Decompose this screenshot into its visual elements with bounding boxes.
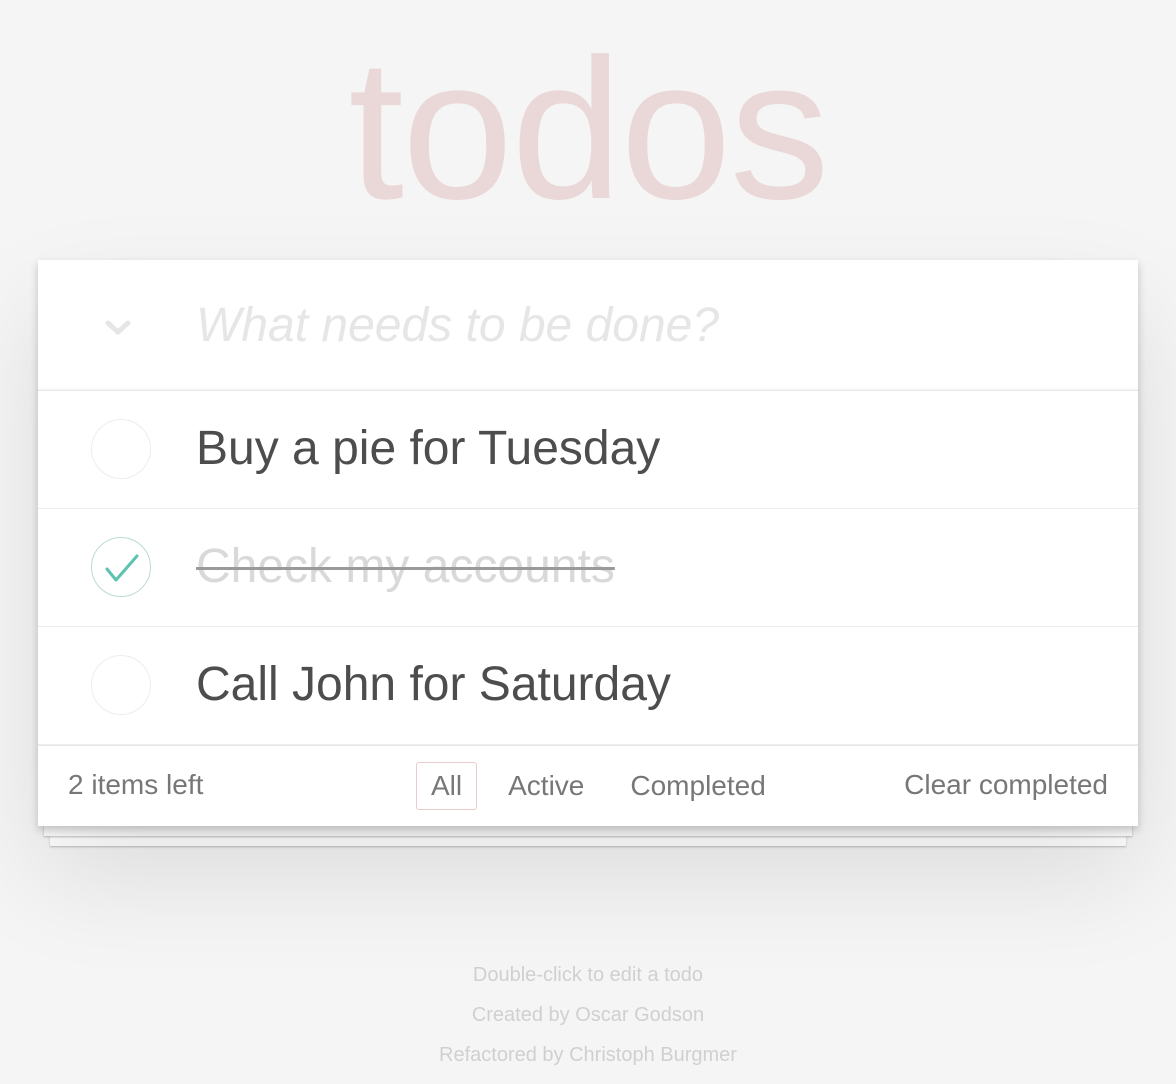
refactored-by-credit: Refactored by Christoph Burgmer bbox=[439, 1044, 737, 1066]
info-footer: Double-click to edit a todo Created by O… bbox=[0, 955, 1176, 1075]
filter-active[interactable]: Active bbox=[493, 762, 599, 810]
todo-label[interactable]: Buy a pie for Tuesday bbox=[196, 421, 660, 477]
created-by-credit: Created by Oscar Godson bbox=[471, 1004, 705, 1026]
todo-toggle-checkbox[interactable] bbox=[91, 419, 151, 479]
new-todo-row bbox=[38, 260, 1138, 391]
todo-item[interactable]: Buy a pie for Tuesday bbox=[38, 391, 1138, 509]
checkmark-icon bbox=[105, 554, 139, 582]
filter-all[interactable]: All bbox=[416, 762, 478, 810]
items-left-count: 2 items left bbox=[68, 769, 204, 800]
clear-completed-button[interactable]: Clear completed bbox=[904, 769, 1108, 801]
card-stack-shadow-2 bbox=[50, 836, 1126, 846]
todo-footer: 2 items left All Active Completed Clear … bbox=[38, 745, 1138, 826]
todo-toggle-checkbox[interactable] bbox=[91, 655, 151, 715]
todo-item[interactable]: Call John for Saturday bbox=[38, 627, 1138, 745]
todo-label[interactable]: Check my accounts bbox=[196, 539, 615, 595]
card-stack-shadow-1 bbox=[44, 826, 1132, 836]
todo-list: Buy a pie for Tuesday Check my accounts … bbox=[38, 391, 1138, 745]
todo-toggle-checkbox[interactable] bbox=[91, 537, 151, 597]
filter-completed[interactable]: Completed bbox=[615, 762, 780, 810]
todo-item[interactable]: Check my accounts bbox=[38, 509, 1138, 627]
todo-label[interactable]: Call John for Saturday bbox=[196, 657, 671, 713]
filter-list: All Active Completed bbox=[408, 761, 789, 811]
new-todo-input[interactable] bbox=[196, 285, 1096, 365]
toggle-all-chevron-down-icon[interactable] bbox=[98, 308, 138, 348]
edit-hint: Double-click to edit a todo bbox=[472, 964, 704, 986]
todo-app: Buy a pie for Tuesday Check my accounts … bbox=[38, 260, 1138, 826]
app-title: todos bbox=[348, 18, 829, 241]
